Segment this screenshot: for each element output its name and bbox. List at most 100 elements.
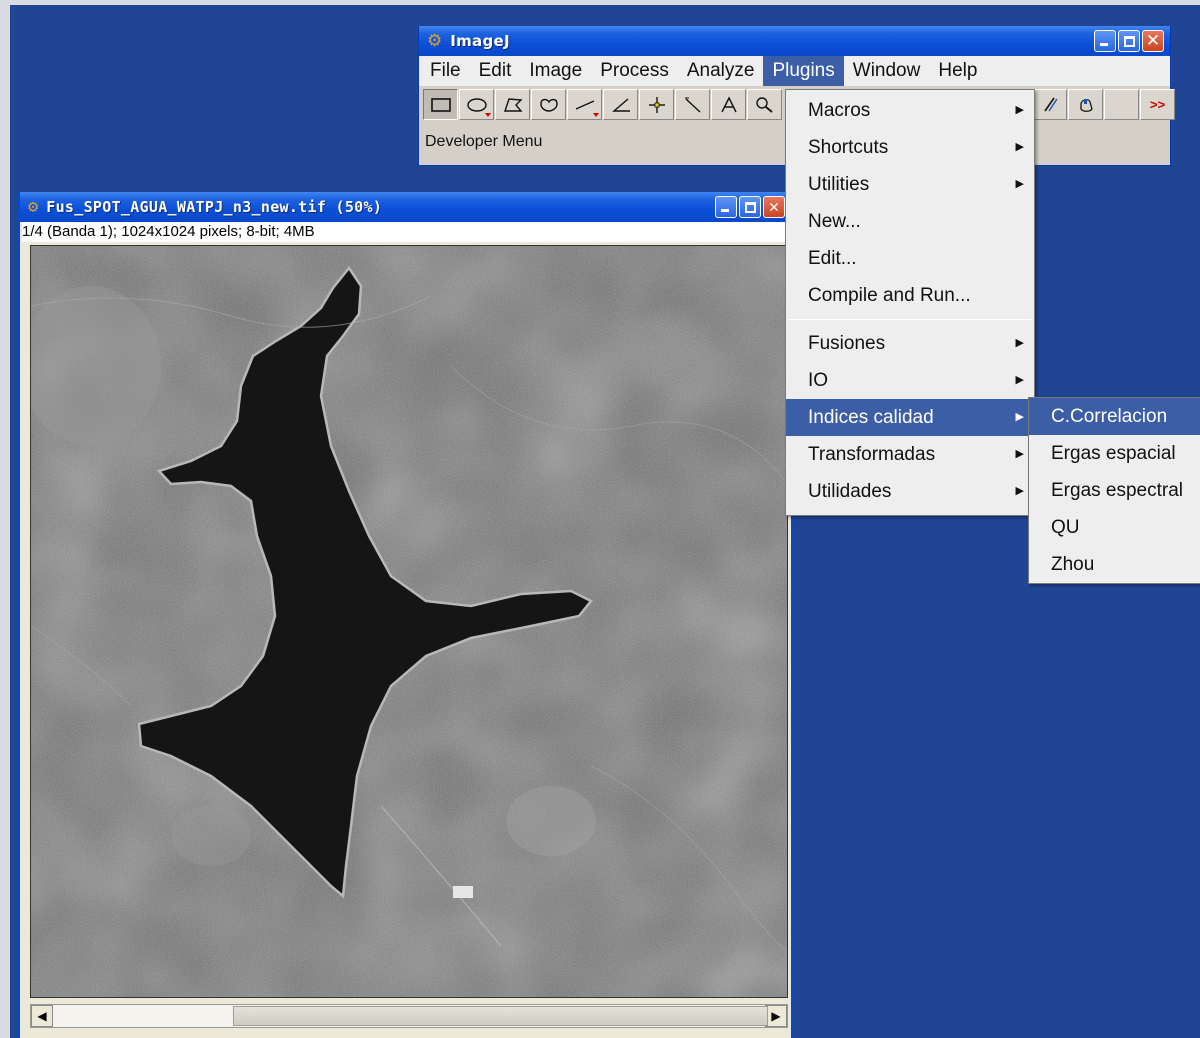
freehand-icon bbox=[539, 98, 558, 112]
scroll-right-icon: ▶ bbox=[771, 1009, 781, 1023]
minimize-button[interactable] bbox=[1094, 30, 1116, 52]
more-tools-button[interactable]: >> bbox=[1140, 89, 1175, 120]
menu-file[interactable]: File bbox=[421, 56, 470, 86]
maximize-icon bbox=[745, 202, 756, 213]
menu-item-label: Compile and Run... bbox=[808, 285, 971, 306]
status-bar: Developer Menu bbox=[425, 133, 543, 150]
menu-item-io[interactable]: IO ▶ bbox=[786, 362, 1034, 399]
submenu-arrow-icon: ▶ bbox=[1015, 411, 1024, 423]
submenu-item-ergas-espacial[interactable]: Ergas espacial bbox=[1029, 435, 1200, 472]
satellite-image bbox=[31, 246, 787, 997]
image-app-icon: ⚙ bbox=[28, 197, 39, 217]
minimize-icon bbox=[1100, 43, 1108, 46]
brush-icon bbox=[1043, 97, 1058, 111]
menu-item-label: Transformadas bbox=[808, 444, 936, 465]
tool-angle[interactable] bbox=[603, 89, 638, 120]
menu-item-label: Fusiones bbox=[808, 333, 886, 354]
menu-image[interactable]: Image bbox=[520, 56, 591, 86]
image-close-button[interactable]: ✕ bbox=[763, 196, 785, 218]
maximize-button[interactable] bbox=[1118, 30, 1140, 52]
scroll-thumb[interactable] bbox=[233, 1006, 768, 1026]
menu-plugins[interactable]: Plugins bbox=[763, 56, 844, 86]
scroll-left-button[interactable]: ◀ bbox=[31, 1005, 53, 1027]
submenu-arrow-icon: ▶ bbox=[1015, 141, 1024, 153]
plugins-menu: Macros ▶ Shortcuts ▶ Utilities ▶ New... Edi… bbox=[785, 89, 1035, 516]
menu-item-new[interactable]: New... bbox=[786, 203, 1034, 240]
menu-item-edit[interactable]: Edit... bbox=[786, 240, 1034, 277]
image-window: ⚙ Fus_SPOT_AGUA_WATPJ_n3_new.tif (50%) ✕… bbox=[18, 192, 793, 1038]
close-icon: ✕ bbox=[1145, 31, 1161, 51]
menu-item-label: Macros bbox=[808, 100, 871, 121]
polygon-icon bbox=[503, 97, 523, 112]
menu-item-shortcuts[interactable]: Shortcuts ▶ bbox=[786, 129, 1034, 166]
image-canvas[interactable] bbox=[30, 245, 788, 998]
tool-empty-slot[interactable] bbox=[1104, 89, 1139, 120]
scroll-left-icon: ◀ bbox=[37, 1009, 47, 1023]
tool-polygon[interactable] bbox=[495, 89, 530, 120]
menu-item-label: Indices calidad bbox=[808, 407, 934, 428]
tool-dropper[interactable] bbox=[1068, 89, 1103, 120]
submenu-arrow-icon: ▶ bbox=[1015, 178, 1024, 190]
menu-analyze[interactable]: Analyze bbox=[678, 56, 764, 86]
submenu-item-ergas-espectral[interactable]: Ergas espectral bbox=[1029, 472, 1200, 509]
menu-item-fusiones[interactable]: Fusiones ▶ bbox=[786, 325, 1034, 362]
text-tool-icon bbox=[720, 95, 737, 112]
menu-separator bbox=[788, 319, 1032, 320]
submenu-arrow-icon: ▶ bbox=[1015, 374, 1024, 386]
line-icon bbox=[575, 99, 594, 110]
submenu-arrow-icon: ▶ bbox=[1015, 337, 1024, 349]
indices-calidad-submenu: C.Correlacion Ergas espacial Ergas espec… bbox=[1028, 397, 1200, 584]
menu-item-label: New... bbox=[808, 211, 861, 232]
oval-icon bbox=[466, 97, 487, 112]
tool-brush[interactable] bbox=[1032, 89, 1067, 120]
tool-text[interactable] bbox=[711, 89, 746, 120]
menu-item-compile-and-run[interactable]: Compile and Run... bbox=[786, 277, 1034, 314]
scroll-track[interactable] bbox=[53, 1005, 768, 1027]
menu-item-utilities[interactable]: Utilities ▶ bbox=[786, 166, 1034, 203]
menu-item-utilidades[interactable]: Utilidades ▶ bbox=[786, 473, 1034, 510]
submenu-arrow-icon: ▶ bbox=[1015, 485, 1024, 497]
tool-line[interactable] bbox=[567, 89, 602, 120]
menu-item-macros[interactable]: Macros ▶ bbox=[786, 92, 1034, 129]
menu-edit[interactable]: Edit bbox=[470, 56, 521, 86]
wand-icon bbox=[684, 97, 700, 113]
tool-point[interactable] bbox=[639, 89, 674, 120]
menu-process[interactable]: Process bbox=[591, 56, 678, 86]
more-tools-label: >> bbox=[1149, 97, 1166, 112]
menu-item-label: Utilidades bbox=[808, 481, 892, 502]
image-title: Fus_SPOT_AGUA_WATPJ_n3_new.tif (50%) bbox=[46, 198, 383, 216]
menu-item-indices-calidad[interactable]: Indices calidad ▶ bbox=[786, 399, 1034, 436]
maximize-icon bbox=[1124, 36, 1135, 47]
tool-oval[interactable] bbox=[459, 89, 494, 120]
tool-magnifier[interactable] bbox=[747, 89, 782, 120]
close-button[interactable]: ✕ bbox=[1142, 30, 1164, 52]
imagej-title: ImageJ bbox=[450, 32, 510, 50]
angle-icon bbox=[611, 97, 630, 112]
tool-freehand[interactable] bbox=[531, 89, 566, 120]
submenu-item-zhou[interactable]: Zhou bbox=[1029, 546, 1200, 583]
rectangle-icon bbox=[430, 97, 451, 112]
dropper-icon bbox=[1079, 98, 1093, 112]
scroll-right-button[interactable]: ▶ bbox=[765, 1005, 787, 1027]
tool-wand[interactable] bbox=[675, 89, 710, 120]
submenu-item-qu[interactable]: QU bbox=[1029, 509, 1200, 546]
menu-window[interactable]: Window bbox=[844, 56, 930, 86]
submenu-item-c-correlacion[interactable]: C.Correlacion bbox=[1029, 398, 1200, 435]
menu-item-label: IO bbox=[808, 370, 829, 391]
imagej-titlebar[interactable]: ⚙ ImageJ ✕ bbox=[419, 26, 1170, 56]
horizontal-scrollbar[interactable]: ◀ ▶ bbox=[30, 1004, 788, 1028]
image-titlebar[interactable]: ⚙ Fus_SPOT_AGUA_WATPJ_n3_new.tif (50%) ✕ bbox=[20, 192, 791, 222]
tool-rectangle[interactable] bbox=[423, 89, 458, 120]
menu-item-label: Shortcuts bbox=[808, 137, 889, 158]
image-minimize-button[interactable] bbox=[715, 196, 737, 218]
image-maximize-button[interactable] bbox=[739, 196, 761, 218]
submenu-arrow-icon: ▶ bbox=[1015, 104, 1024, 116]
toolbar-right: >> bbox=[1032, 89, 1175, 120]
menu-item-transformadas[interactable]: Transformadas ▶ bbox=[786, 436, 1034, 473]
menu-item-label: Edit... bbox=[808, 248, 857, 269]
menu-item-label: Utilities bbox=[808, 174, 870, 195]
minimize-icon bbox=[721, 209, 729, 212]
magnifier-icon bbox=[755, 96, 773, 113]
menubar: File Edit Image Process Analyze Plugins … bbox=[419, 56, 1170, 86]
menu-help[interactable]: Help bbox=[929, 56, 986, 86]
